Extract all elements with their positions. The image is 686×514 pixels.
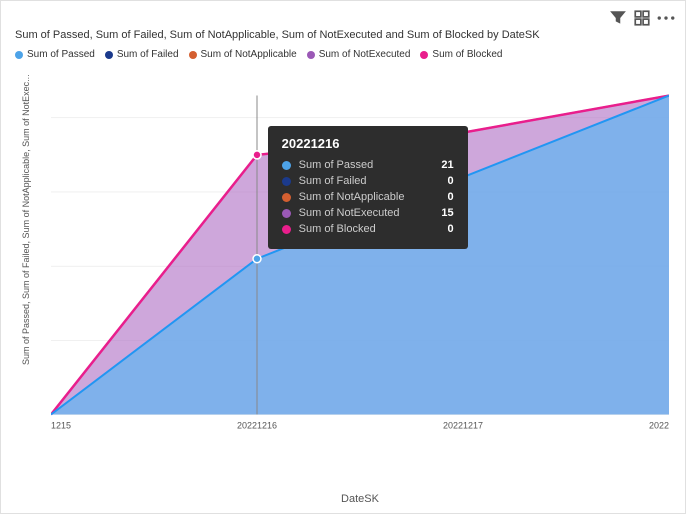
legend-item: Sum of NotApplicable [189,49,297,60]
legend-item: Sum of NotExecuted [307,49,411,60]
x-axis-label: DateSK [51,493,669,505]
chart-tooltip: 20221216 Sum of Passed 21 Sum of Failed … [268,126,468,249]
chart-container: Sum of Passed, Sum of Failed, Sum of Not… [0,0,686,514]
tooltip-row: Sum of NotExecuted 15 [282,207,454,219]
chart-title: Sum of Passed, Sum of Failed, Sum of Not… [15,29,540,41]
legend-item: Sum of Failed [105,49,179,60]
expand-icon[interactable] [633,9,651,27]
svg-text:20221217: 20221217 [443,420,483,430]
tooltip-date: 20221216 [282,136,454,151]
tooltip-row: Sum of Failed 0 [282,175,454,187]
svg-text:20221215: 20221215 [51,420,71,430]
more-icon[interactable] [657,9,675,27]
y-axis-label: Sum of Passed, Sum of Failed, Sum of Not… [1,69,51,461]
legend-item: Sum of Passed [15,49,95,60]
legend-item: Sum of Blocked [420,49,502,60]
svg-text:20221218: 20221218 [649,420,669,430]
tooltip-row: Sum of NotApplicable 0 [282,191,454,203]
legend: Sum of Passed Sum of Failed Sum of NotAppl… [15,49,502,60]
filter-icon[interactable] [609,9,627,27]
toolbar [609,9,675,27]
svg-text:20221216: 20221216 [237,420,277,430]
tooltip-row: Sum of Blocked 0 [282,223,454,235]
tooltip-row: Sum of Passed 21 [282,159,454,171]
